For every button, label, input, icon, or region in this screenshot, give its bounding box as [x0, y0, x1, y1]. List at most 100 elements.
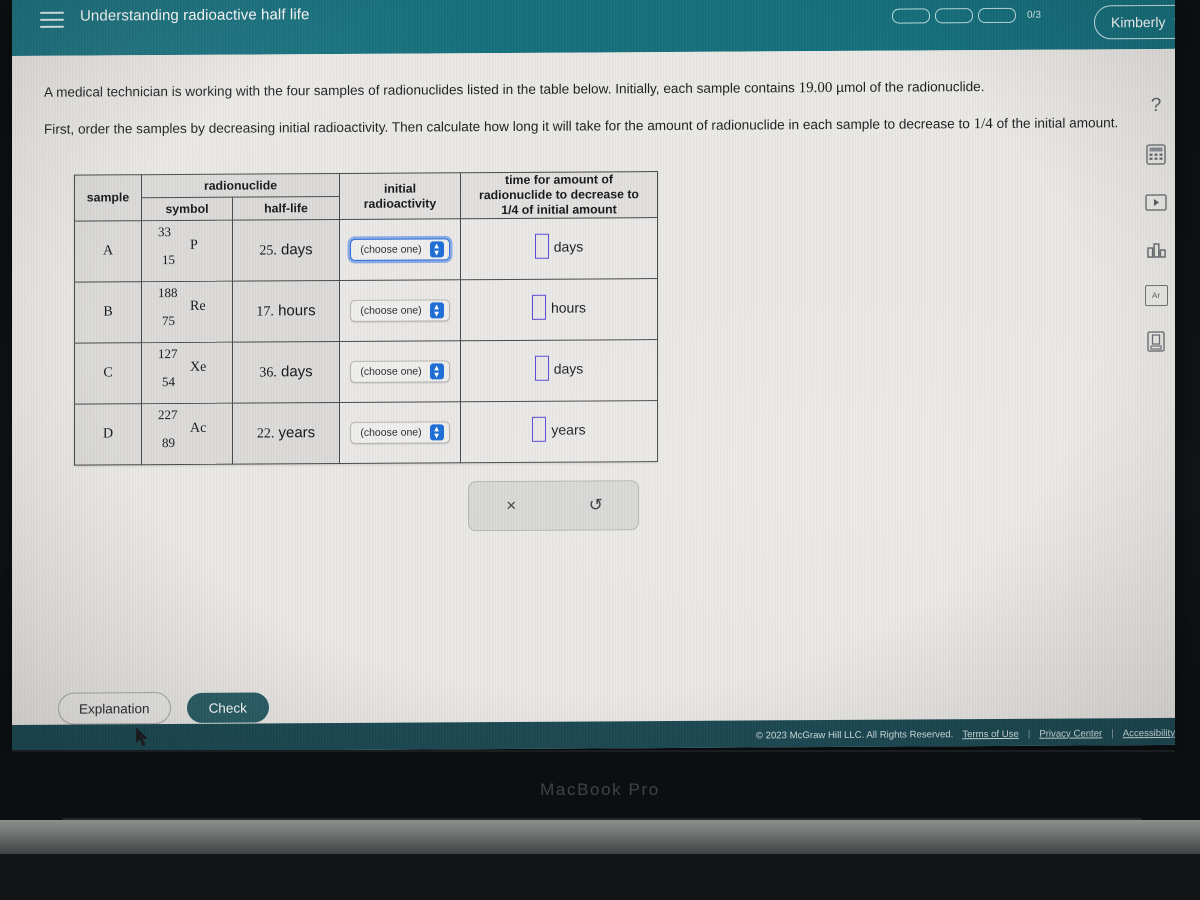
- col-header-radionuclide: radionuclide: [141, 173, 340, 198]
- mass-number: 33: [158, 223, 171, 239]
- laptop-screen: Understanding radioactive half life 0/3 …: [12, 0, 1175, 752]
- cell-initial-radioactivity: (choose one) ▲ ▼: [339, 340, 461, 403]
- radioactivity-order-select[interactable]: (choose one) ▲ ▼: [350, 360, 450, 383]
- half-life-value: 25.: [259, 243, 277, 259]
- cell-symbol: 33 15 P: [141, 220, 233, 282]
- answer-group: days: [534, 233, 584, 259]
- explanation-button[interactable]: Explanation: [58, 692, 171, 725]
- answer-input[interactable]: [534, 355, 549, 381]
- half-life-unit: years: [278, 424, 316, 442]
- footer-separator-2: |: [1111, 727, 1114, 739]
- answer-unit-label: years: [551, 420, 586, 438]
- answer-unit-label: days: [553, 360, 584, 377]
- user-name-label: Kimberly: [1111, 13, 1166, 31]
- isotope-notation: 33 15 P: [156, 223, 218, 271]
- bar-chart-icon[interactable]: [1143, 237, 1169, 263]
- periodic-table-label: Ar: [1152, 290, 1160, 301]
- table-row: B 188 75 Re 17. hours (choose one) ▲ ▼ h…: [74, 278, 658, 344]
- cell-sample: C: [74, 342, 142, 405]
- isotope-notation: 227 89 Ac: [156, 406, 218, 454]
- copyright-text: © 2023 McGraw Hill LLC. All Rights Reser…: [755, 728, 954, 741]
- progress-bar: 0/3: [892, 7, 1041, 24]
- element-symbol: Re: [190, 298, 206, 314]
- hamburger-icon[interactable]: [40, 11, 64, 30]
- periodic-table-icon[interactable]: Ar: [1144, 284, 1168, 307]
- col-header-time-to-quarter: time for amount of radionuclide to decre…: [460, 171, 658, 219]
- user-menu-button[interactable]: Kimberly: [1094, 4, 1175, 40]
- radionuclide-table: sample radionuclide initial radioactivit…: [74, 171, 658, 466]
- chevron-down-icon: [1174, 18, 1175, 26]
- isotope-notation: 127 54 Xe: [156, 345, 218, 393]
- privacy-center-link[interactable]: Privacy Center: [1039, 728, 1102, 739]
- cell-answer-time: hours: [460, 278, 658, 341]
- col-header-time-line2: radionuclide to decrease to: [479, 187, 639, 203]
- progress-segment-2: [935, 8, 973, 24]
- cell-sample: B: [74, 281, 142, 344]
- question-text-b: µmol of the radionuclide.: [832, 79, 985, 95]
- element-symbol: P: [190, 237, 198, 253]
- cell-sample: D: [74, 403, 142, 466]
- answer-toolbar: × ↺: [468, 480, 639, 532]
- cell-half-life: 22. years: [232, 402, 340, 465]
- cell-symbol: 127 54 Xe: [141, 342, 233, 404]
- question-paragraph-2: First, order the samples by decreasing i…: [44, 112, 1129, 141]
- check-button[interactable]: Check: [186, 692, 269, 723]
- question-mark-icon[interactable]: ?: [1143, 93, 1169, 119]
- half-life-unit: hours: [278, 302, 316, 320]
- table-header-row-1: sample radionuclide initial radioactivit…: [74, 171, 658, 222]
- clear-button[interactable]: ×: [469, 496, 554, 517]
- target-fraction: 1/4: [973, 116, 993, 133]
- answer-group: years: [532, 416, 586, 442]
- col-header-ir-line1: initial: [383, 181, 417, 196]
- atomic-number: 15: [162, 251, 175, 267]
- progress-segment-1: [892, 8, 930, 24]
- cell-initial-radioactivity: (choose one) ▲ ▼: [339, 218, 461, 281]
- radioactivity-order-select[interactable]: (choose one) ▲ ▼: [350, 421, 450, 444]
- table-row: D 227 89 Ac 22. years (choose one) ▲ ▼ y…: [74, 400, 658, 466]
- laptop-photo: Understanding radioactive half life 0/3 …: [0, 0, 1200, 900]
- reference-tables-icon[interactable]: [1143, 328, 1169, 354]
- half-life-value: 36.: [259, 365, 277, 381]
- accessibility-link[interactable]: Accessibility: [1123, 727, 1175, 738]
- atomic-number: 89: [162, 434, 175, 450]
- element-symbol: Ac: [190, 420, 207, 436]
- footer-separator-1: |: [1027, 728, 1031, 740]
- col-header-half-life: half-life: [232, 196, 340, 221]
- calculator-icon[interactable]: [1143, 141, 1169, 167]
- col-header-time-line1: time for amount of: [505, 172, 613, 187]
- video-play-icon[interactable]: [1143, 189, 1169, 215]
- half-life-unit: days: [280, 363, 313, 381]
- cell-answer-time: years: [460, 400, 658, 463]
- progress-count: 0/3: [1027, 9, 1041, 21]
- answer-input[interactable]: [534, 233, 549, 259]
- radioactivity-order-select[interactable]: (choose one) ▲ ▼: [350, 238, 450, 261]
- select-value-label: (choose one): [360, 243, 422, 256]
- undo-button[interactable]: ↺: [554, 495, 639, 516]
- cell-answer-time: days: [460, 217, 658, 280]
- radioactivity-order-select[interactable]: (choose one) ▲ ▼: [350, 299, 450, 322]
- col-header-time-line3: 1/4 of initial amount: [501, 202, 617, 218]
- atomic-number: 75: [162, 312, 175, 328]
- stepper-icon: ▲ ▼: [429, 424, 444, 441]
- cell-half-life: 25. days: [232, 219, 340, 282]
- progress-segment-3: [978, 7, 1016, 24]
- answer-input[interactable]: [532, 416, 547, 442]
- answer-group: days: [534, 355, 584, 381]
- laptop-deck: [0, 820, 1200, 856]
- main-content: A medical technician is working with the…: [12, 48, 1175, 747]
- terms-of-use-link[interactable]: Terms of Use: [962, 728, 1019, 739]
- cell-symbol: 227 89 Ac: [141, 403, 233, 465]
- question-paragraph-1: A medical technician is working with the…: [44, 75, 1124, 104]
- select-value-label: (choose one): [360, 304, 422, 317]
- col-header-initial-radioactivity: initial radioactivity: [339, 172, 461, 220]
- stepper-icon: ▲ ▼: [429, 363, 444, 380]
- col-header-sample: sample: [74, 174, 142, 222]
- macbook-pro-branding: MacBook Pro: [540, 780, 660, 799]
- question-text-c: First, order the samples by decreasing i…: [44, 116, 974, 137]
- atomic-number: 54: [162, 373, 175, 389]
- answer-unit-label: days: [553, 238, 584, 255]
- answer-input[interactable]: [531, 294, 546, 320]
- cell-symbol: 188 75 Re: [141, 281, 233, 343]
- initial-amount-value: 19.00: [798, 79, 833, 97]
- isotope-notation: 188 75 Re: [156, 284, 218, 332]
